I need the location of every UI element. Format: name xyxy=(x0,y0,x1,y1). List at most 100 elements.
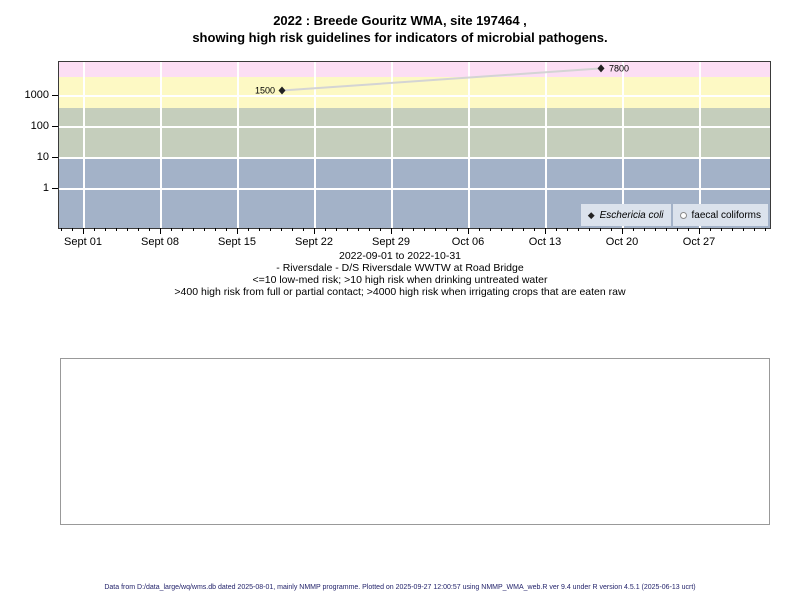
x-axis-minor-tick xyxy=(457,228,458,231)
x-axis-minor-tick xyxy=(501,228,502,231)
x-axis-minor-tick xyxy=(644,228,645,231)
x-axis-minor-tick xyxy=(303,228,304,231)
x-axis-minor-tick xyxy=(534,228,535,231)
chart-title-line1: 2022 : Breede Gouritz WMA, site 197464 , xyxy=(273,13,527,28)
x-axis-minor-tick xyxy=(94,228,95,231)
x-axis-minor-tick xyxy=(600,228,601,231)
x-axis-minor-tick xyxy=(182,228,183,231)
x-axis-minor-tick xyxy=(259,228,260,231)
x-axis-minor-tick xyxy=(215,228,216,231)
x-axis-minor-tick xyxy=(336,228,337,231)
x-axis-minor-tick xyxy=(589,228,590,231)
x-axis-minor-tick xyxy=(402,228,403,231)
chart-title: 2022 : Breede Gouritz WMA, site 197464 ,… xyxy=(0,12,800,46)
x-axis-major-tick xyxy=(83,228,84,234)
x-axis-tick-label: Oct 13 xyxy=(528,236,562,248)
y-axis-label: /100mL xyxy=(0,207,44,221)
legend: ◆ Eschericia coli faecal coliforms xyxy=(580,204,768,226)
x-axis-minor-tick xyxy=(446,228,447,231)
caption-risk-line2: >400 high risk from full or partial cont… xyxy=(174,286,626,298)
caption-site-name: - Riversdale - D/S Riversdale WWTW at Ro… xyxy=(276,262,524,274)
x-axis-minor-tick xyxy=(204,228,205,231)
x-axis-major-tick xyxy=(237,228,238,234)
x-axis-minor-tick xyxy=(633,228,634,231)
x-axis-minor-tick xyxy=(193,228,194,231)
x-axis-major-tick xyxy=(622,228,623,234)
x-axis-tick-label: Oct 27 xyxy=(682,236,716,248)
x-axis-major-tick xyxy=(545,228,546,234)
legend-label-faecal-coliforms: faecal coliforms xyxy=(691,209,761,221)
data-point-label: 1500 xyxy=(255,86,275,96)
chart-title-line2: showing high risk guidelines for indicat… xyxy=(192,30,608,45)
x-axis-minor-tick xyxy=(688,228,689,231)
x-axis-minor-tick xyxy=(424,228,425,231)
data-point-marker xyxy=(597,64,605,73)
x-axis-minor-tick xyxy=(490,228,491,231)
x-axis-minor-tick xyxy=(732,228,733,231)
x-axis-tick-label: Sept 22 xyxy=(295,236,333,248)
caption-risk-line1: <=10 low-med risk; >10 high risk when dr… xyxy=(252,274,548,286)
caption-date-range: 2022-09-01 to 2022-10-31 xyxy=(338,250,461,262)
data-point-label: 7800 xyxy=(609,63,629,73)
y-axis-tick-label: 10 xyxy=(36,151,49,163)
x-axis-minor-tick xyxy=(413,228,414,231)
x-axis-minor-tick xyxy=(743,228,744,231)
x-axis-minor-tick xyxy=(61,228,62,231)
x-axis-minor-tick xyxy=(270,228,271,231)
x-axis-minor-tick xyxy=(479,228,480,231)
x-axis-minor-tick xyxy=(721,228,722,231)
x-axis-tick-label: Oct 06 xyxy=(451,236,485,248)
x-axis-tick-label: Sept 29 xyxy=(372,236,410,248)
x-axis-minor-tick xyxy=(149,228,150,231)
open-circle-icon xyxy=(679,211,687,219)
x-axis-minor-tick xyxy=(578,228,579,231)
x-axis-minor-tick xyxy=(281,228,282,231)
y-axis-tick-label: 1 xyxy=(42,182,49,194)
footer-text: Data from D:/data_large/wq/wms.db dated … xyxy=(104,584,696,591)
x-axis-major-tick xyxy=(314,228,315,234)
series-line xyxy=(281,67,602,92)
x-axis-minor-tick xyxy=(347,228,348,231)
x-axis-major-tick xyxy=(468,228,469,234)
y-axis-tick-label: 1000 xyxy=(24,89,49,101)
legend-item-faecal-coliforms: faecal coliforms xyxy=(672,204,768,226)
legend-item-ecoli: ◆ Eschericia coli xyxy=(580,204,671,226)
x-axis-tick-label: Oct 20 xyxy=(605,236,639,248)
x-axis-minor-tick xyxy=(72,228,73,231)
x-axis-major-tick xyxy=(699,228,700,234)
x-axis-major-tick xyxy=(391,228,392,234)
x-axis-minor-tick xyxy=(171,228,172,231)
legend-label-ecoli: Eschericia coli xyxy=(599,209,664,221)
x-axis-minor-tick xyxy=(116,228,117,231)
x-axis-minor-tick xyxy=(358,228,359,231)
x-axis-minor-tick xyxy=(369,228,370,231)
x-axis-tick-label: Sept 08 xyxy=(141,236,179,248)
caption: 2022-09-01 to 2022-10-31 - Riversdale - … xyxy=(0,250,800,298)
x-axis-minor-tick xyxy=(523,228,524,231)
x-axis-minor-tick xyxy=(380,228,381,231)
x-axis-minor-tick xyxy=(765,228,766,231)
y-axis: /100mL 1000 100 10 1 xyxy=(0,61,58,229)
x-axis-minor-tick xyxy=(655,228,656,231)
plot-area: 1500 7800 ◆ Eschericia coli faecal colifo… xyxy=(58,61,771,229)
x-axis-minor-tick xyxy=(292,228,293,231)
x-axis-minor-tick xyxy=(435,228,436,231)
x-axis-tick-label: Sept 15 xyxy=(218,236,256,248)
x-axis-minor-tick xyxy=(127,228,128,231)
x-axis-minor-tick xyxy=(666,228,667,231)
chart-page: 2022 : Breede Gouritz WMA, site 197464 ,… xyxy=(0,0,800,600)
x-axis-minor-tick xyxy=(226,228,227,231)
x-axis-minor-tick xyxy=(567,228,568,231)
x-axis-minor-tick xyxy=(556,228,557,231)
x-axis-minor-tick xyxy=(248,228,249,231)
filled-diamond-icon: ◆ xyxy=(587,209,595,220)
y-axis-tick-label: 100 xyxy=(30,120,49,132)
empty-panel xyxy=(60,358,770,525)
x-axis-minor-tick xyxy=(677,228,678,231)
x-axis-tick-label: Sept 01 xyxy=(64,236,102,248)
x-axis-minor-tick xyxy=(710,228,711,231)
x-axis-minor-tick xyxy=(512,228,513,231)
x-axis-minor-tick xyxy=(138,228,139,231)
x-axis-major-tick xyxy=(160,228,161,234)
data-point-marker xyxy=(278,86,286,95)
